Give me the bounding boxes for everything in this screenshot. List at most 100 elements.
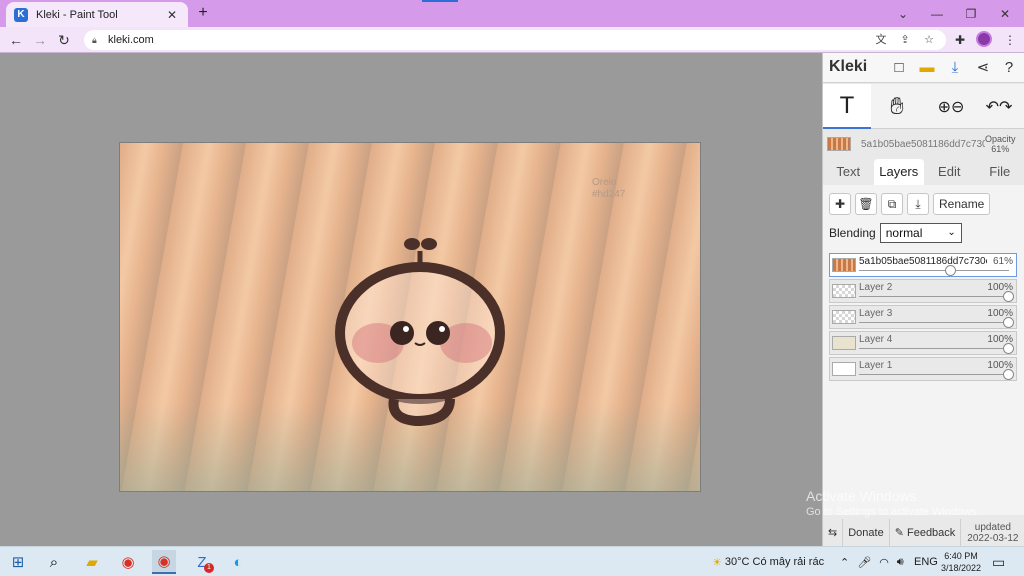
notifications-icon[interactable]: ▭: [992, 547, 1005, 576]
window-close-button[interactable]: ✕: [988, 0, 1022, 27]
layer-opacity-knob[interactable]: [1003, 317, 1014, 328]
windows-start-icon[interactable]: ⊞: [6, 550, 30, 574]
layer-opacity-slider[interactable]: [859, 296, 1009, 297]
layer-name: Layer 4: [859, 334, 893, 345]
notification-badge: 1: [204, 563, 214, 573]
tab-layers[interactable]: Layers: [873, 159, 924, 185]
search-icon[interactable]: ⌕: [42, 550, 66, 574]
edge-icon[interactable]: ◐: [226, 550, 250, 574]
tab-file[interactable]: File: [975, 159, 1024, 185]
feedback-button[interactable]: ✎ Feedback: [890, 519, 962, 546]
layer-name: Layer 3: [859, 308, 893, 319]
layer-thumbnail: [832, 310, 856, 324]
add-layer-button[interactable]: ✚: [829, 193, 851, 215]
undo-redo-icon[interactable]: ↶↷: [975, 84, 1023, 129]
show-hidden-icons-icon[interactable]: ⌃: [840, 556, 849, 569]
back-arrow-icon[interactable]: ←: [6, 30, 26, 50]
microphone-icon[interactable]: 🎤︎: [857, 556, 871, 569]
kleki-favicon-icon: K: [14, 7, 28, 22]
feedback-icon: ✎: [894, 527, 907, 539]
panel-tabs: Text Layers Edit File: [823, 159, 1024, 185]
layer-opacity-slider[interactable]: [859, 348, 1009, 349]
text-tool-icon[interactable]: T: [823, 84, 871, 129]
address-bar[interactable]: 🔒︎ kleki.com 文 ⇪ ☆: [84, 30, 946, 50]
donate-button[interactable]: Donate: [843, 519, 890, 546]
feedback-label: Feedback: [906, 526, 956, 539]
updated-label: updated: [974, 521, 1011, 533]
kleki-logo: Kleki: [829, 58, 868, 75]
tab-title: Kleki - Paint Tool: [36, 8, 118, 21]
rename-button[interactable]: Rename: [933, 193, 991, 215]
url-text: kleki.com: [108, 34, 154, 46]
layer-row[interactable]: Layer 1 100%: [829, 357, 1017, 381]
file-explorer-icon[interactable]: ▰: [80, 550, 104, 574]
share-network-icon[interactable]: ⋖: [973, 58, 993, 78]
blending-value: normal: [885, 226, 923, 240]
browser-tab-kleki[interactable]: K Kleki - Paint Tool ✕: [6, 2, 188, 27]
current-layer-opacity: Opacity 61%: [985, 134, 1016, 154]
layer-name: 5a1b05bae5081186dd7c730e: [859, 256, 987, 267]
layer-name: Layer 1: [859, 360, 893, 371]
tab-search-icon[interactable]: ⌄: [886, 0, 920, 27]
tab-text[interactable]: Text: [823, 159, 874, 185]
layer-opacity-knob[interactable]: [1003, 369, 1014, 380]
browser-tab-strip: K Kleki - Paint Tool ✕ + ⌄ — ❐ ✕: [0, 0, 1024, 27]
layer-opacity-slider[interactable]: [859, 270, 1009, 271]
zoom-in-out-icon[interactable]: ⊕⊖: [927, 84, 975, 129]
signature-tag: #hd247: [592, 189, 626, 200]
layer-thumbnail: [832, 284, 856, 298]
window-restore-button[interactable]: ❐: [954, 0, 988, 27]
mushroom-mascot-drawing: [335, 238, 505, 427]
layer-row[interactable]: Layer 2 100%: [829, 279, 1017, 303]
hand-tool-icon[interactable]: ✋︎: [873, 84, 921, 129]
drawing-canvas[interactable]: Oreio #hd247: [119, 142, 701, 492]
layer-row[interactable]: 5a1b05bae5081186dd7c730e 61%: [829, 253, 1017, 277]
open-folder-icon[interactable]: ▬: [917, 58, 937, 78]
forward-arrow-icon[interactable]: →: [30, 30, 50, 50]
language-indicator[interactable]: ENG: [914, 547, 938, 576]
bookmark-star-icon[interactable]: ☆: [920, 30, 938, 50]
layer-opacity-knob[interactable]: [944, 265, 956, 276]
taskbar-clock[interactable]: 6:40 PM 3/18/2022: [936, 550, 986, 574]
extensions-puzzle-icon[interactable]: ✚: [950, 30, 970, 50]
chrome-icon[interactable]: ◉: [116, 550, 140, 574]
layer-opacity-knob[interactable]: [1003, 343, 1014, 354]
layer-opacity-knob[interactable]: [1003, 291, 1014, 302]
weather-widget[interactable]: ☀︎ 30°C Có mây rải rác: [712, 547, 824, 576]
layer-row[interactable]: Layer 3 100%: [829, 305, 1017, 329]
chrome-menu-icon[interactable]: ⋮: [1000, 30, 1020, 50]
wifi-icon[interactable]: ◠: [879, 556, 889, 569]
layer-row[interactable]: Layer 4 100%: [829, 331, 1017, 355]
chrome-profile-icon[interactable]: ◉: [152, 550, 176, 574]
layer-name: Layer 2: [859, 282, 893, 293]
delete-layer-icon[interactable]: 🗑︎: [855, 193, 877, 215]
volume-icon[interactable]: 🔊︎: [897, 556, 904, 569]
new-image-icon[interactable]: □: [889, 58, 909, 78]
layer-opacity-slider[interactable]: [859, 322, 1009, 323]
share-icon[interactable]: ⇪: [896, 30, 914, 50]
window-minimize-button[interactable]: —: [920, 0, 954, 27]
profile-avatar[interactable]: [976, 31, 992, 47]
help-icon[interactable]: ?: [999, 58, 1019, 78]
chevron-down-icon: ⌄: [947, 227, 956, 238]
weather-text: 30°C Có mây rải rác: [724, 556, 825, 568]
updated-info: updated 2022-03-12: [961, 522, 1018, 544]
swap-arrows-icon[interactable]: ⇆: [823, 519, 844, 546]
layer-thumbnail: [832, 336, 856, 350]
blending-select[interactable]: normal ⌄: [879, 223, 962, 243]
merge-down-icon[interactable]: ⤓: [907, 193, 929, 215]
kleki-top-bar: Kleki □ ▬ ⤓ ⋖ ?: [823, 53, 1024, 83]
browser-toolbar: ← → ↻ 🔒︎ kleki.com 文 ⇪ ☆ ✚ ⋮: [0, 27, 1024, 53]
opacity-label: Opacity: [985, 134, 1016, 144]
download-icon[interactable]: ⤓: [945, 58, 965, 78]
duplicate-layer-icon[interactable]: ⧉: [881, 193, 903, 215]
layer-opacity-slider[interactable]: [859, 374, 1009, 375]
translate-icon[interactable]: 文: [872, 30, 890, 50]
tab-edit[interactable]: Edit: [924, 159, 975, 185]
panel-footer: ⇆ Donate ✎ Feedback updated 2022-03-12: [823, 519, 1024, 546]
tab-close-icon[interactable]: ✕: [164, 8, 180, 22]
zalo-icon[interactable]: Z 1: [190, 550, 214, 574]
new-tab-button[interactable]: +: [194, 4, 212, 22]
weather-icon: ☀︎: [712, 556, 725, 569]
reload-icon[interactable]: ↻: [54, 30, 74, 50]
